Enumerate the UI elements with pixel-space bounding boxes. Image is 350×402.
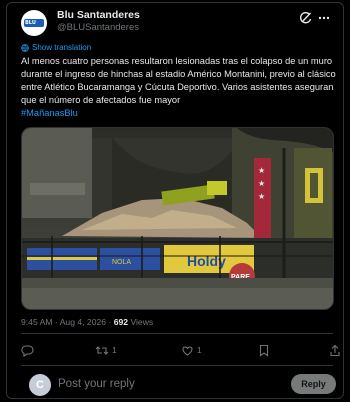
tweet-image[interactable]: ★ ★ ★ Holdy NOLA PARE: [21, 127, 334, 310]
grok-icon[interactable]: [299, 11, 313, 25]
reply-icon: [21, 344, 34, 357]
share-button[interactable]: [329, 343, 341, 357]
tweet-meta: 9:45 AM · Aug 4, 2026 · 692 Views: [21, 317, 154, 327]
divider: [21, 333, 333, 334]
views-label: Views: [130, 317, 154, 327]
retweet-icon: [95, 345, 109, 355]
bookmark-button[interactable]: [258, 343, 270, 357]
header-icons: [291, 11, 331, 25]
reply-avatar: C: [29, 374, 51, 396]
divider: [21, 365, 333, 366]
share-icon: [330, 344, 340, 356]
retweet-button[interactable]: 1: [95, 343, 117, 357]
reply-button[interactable]: [21, 343, 34, 357]
svg-text:★: ★: [258, 166, 265, 175]
tweet-body: Al menos cuatro personas resultaron lesi…: [21, 56, 336, 105]
like-icon: [182, 345, 193, 356]
like-count: 1: [197, 345, 202, 355]
reply-input[interactable]: Post your reply: [58, 378, 135, 390]
ad-text: NOLA: [112, 259, 131, 266]
tweet-header: BLU Blu Santanderes @BLUSantanderes: [21, 9, 333, 37]
tweet-text: Al menos cuatro personas resultaron lesi…: [21, 55, 341, 120]
tweet-date[interactable]: Aug 4, 2026: [60, 317, 106, 327]
svg-text:★: ★: [258, 192, 265, 201]
author-name[interactable]: Blu Santanderes: [57, 9, 140, 21]
tweet-card: BLU Blu Santanderes @BLUSantanderes Show…: [6, 2, 344, 399]
show-translation-link[interactable]: Show translation: [21, 43, 91, 52]
svg-text:★: ★: [258, 179, 265, 188]
more-icon[interactable]: [317, 11, 331, 25]
bookmark-icon: [259, 344, 269, 357]
views-count: 692: [113, 317, 129, 327]
retweet-count: 1: [112, 345, 117, 355]
author-handle[interactable]: @BLUSantanderes: [57, 22, 139, 33]
hashtag-link[interactable]: #MañanasBlu: [21, 108, 78, 118]
tweet-time[interactable]: 9:45 AM: [21, 317, 53, 327]
action-bar: 1 1: [21, 339, 340, 361]
translate-icon: [21, 44, 29, 52]
like-button[interactable]: 1: [181, 343, 202, 357]
stadium-collapse-photo: ★ ★ ★ Holdy NOLA PARE: [22, 128, 333, 309]
author-avatar[interactable]: BLU: [21, 10, 47, 36]
reply-submit-button[interactable]: Reply: [291, 374, 336, 394]
